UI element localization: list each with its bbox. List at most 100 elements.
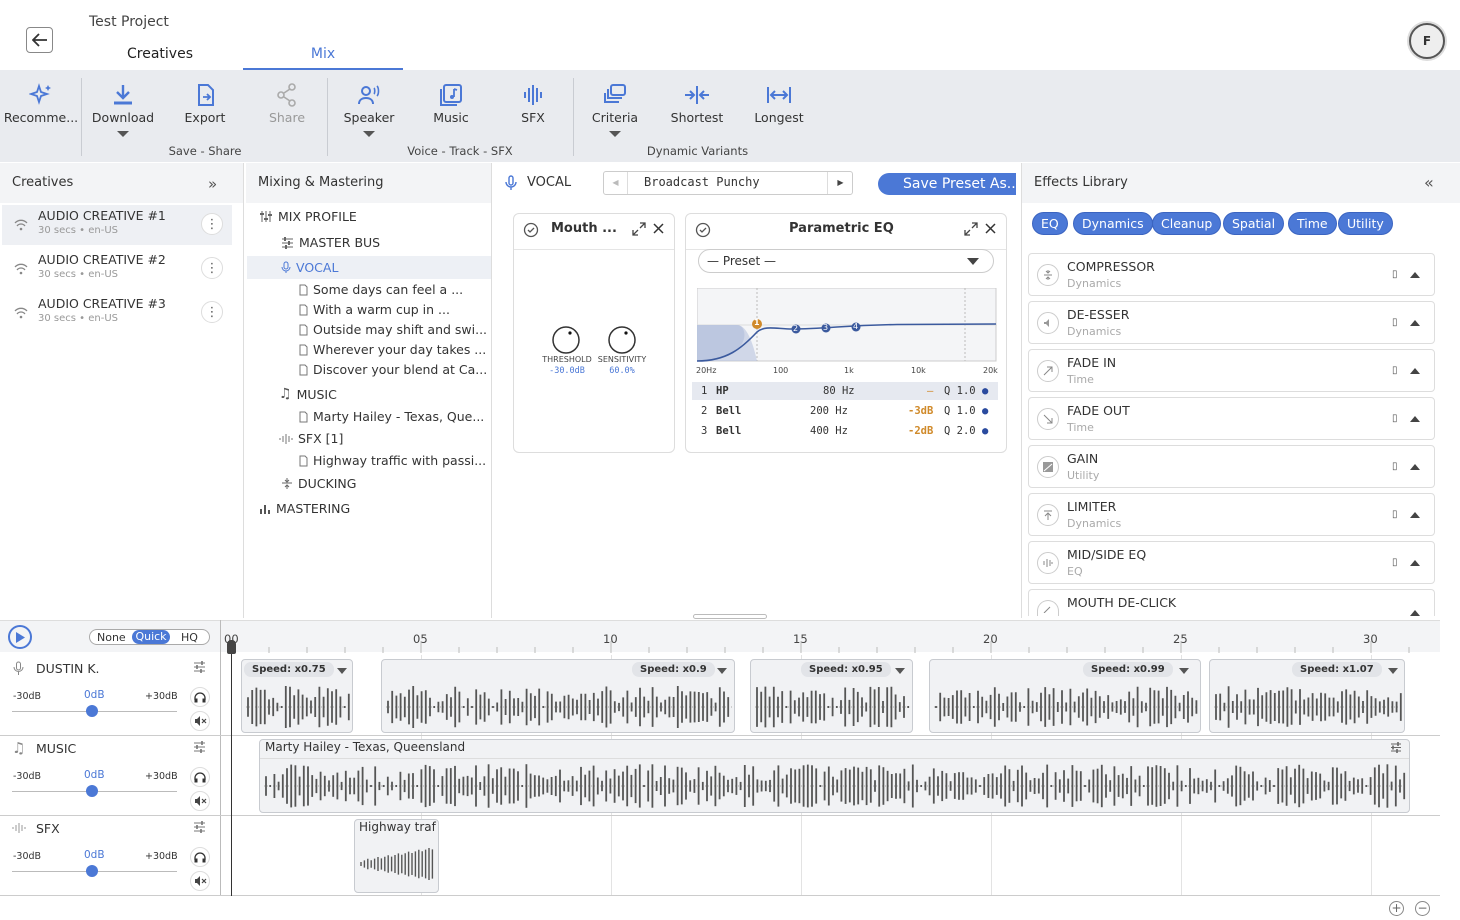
sfx-clip[interactable]: Highway traf bbox=[354, 819, 439, 893]
chevron-down-icon[interactable] bbox=[1179, 668, 1189, 674]
threshold-knob[interactable] bbox=[551, 325, 581, 355]
volume-slider-thumb[interactable] bbox=[86, 705, 98, 717]
tree-music[interactable]: ♫ MUSIC bbox=[279, 386, 337, 402]
mute-button[interactable] bbox=[190, 871, 210, 891]
more-options-icon[interactable]: ⋮ bbox=[201, 257, 223, 279]
vocal-clip[interactable]: Speed: x0.95 bbox=[750, 659, 913, 733]
chevron-up-icon[interactable] bbox=[1410, 464, 1420, 470]
expand-icon[interactable] bbox=[632, 222, 646, 236]
quality-toggle[interactable]: None Quick HQ bbox=[89, 629, 210, 645]
effect-item[interactable]: MOUTH DE-CLICK bbox=[1028, 589, 1435, 616]
filter-chip-time[interactable]: Time bbox=[1288, 212, 1337, 235]
mute-button[interactable] bbox=[190, 711, 210, 731]
quality-option-quick[interactable]: Quick bbox=[132, 630, 170, 644]
tree-sfx-item[interactable]: Highway traffic with passi... bbox=[299, 453, 486, 468]
longest-button[interactable]: Longest bbox=[740, 82, 818, 125]
tree-vocal-item[interactable]: Wherever your day takes ... bbox=[299, 342, 486, 357]
solo-button[interactable] bbox=[190, 687, 210, 707]
prev-preset-icon[interactable]: ◀ bbox=[604, 172, 628, 194]
quality-option-hq[interactable]: HQ bbox=[181, 631, 198, 644]
play-button[interactable] bbox=[8, 625, 32, 649]
eq-preset-select[interactable]: — Preset — bbox=[698, 249, 994, 273]
playhead[interactable] bbox=[231, 648, 232, 896]
more-options-icon[interactable]: ⋮ bbox=[201, 301, 223, 323]
info-icon[interactable]: ▯ bbox=[1392, 413, 1398, 424]
tree-ducking[interactable]: DUCKING bbox=[281, 476, 356, 491]
volume-slider-thumb[interactable] bbox=[86, 865, 98, 877]
collapse-icon[interactable]: » bbox=[208, 175, 217, 193]
info-icon[interactable]: ▯ bbox=[1392, 317, 1398, 328]
save-preset-button[interactable]: Save Preset As.. bbox=[878, 173, 1016, 195]
effect-item[interactable]: GAIN Utility ▯ bbox=[1028, 445, 1435, 488]
close-icon[interactable] bbox=[653, 223, 664, 234]
sfx-button[interactable]: SFX bbox=[494, 82, 572, 125]
tree-vocal-item[interactable]: With a warm cup in ... bbox=[299, 302, 450, 317]
tree-vocal[interactable]: VOCAL bbox=[281, 260, 338, 275]
tab-creatives[interactable]: Creatives bbox=[100, 44, 220, 70]
tree-music-item[interactable]: Marty Hailey - Texas, Que... bbox=[299, 409, 484, 424]
chevron-up-icon[interactable] bbox=[1410, 368, 1420, 374]
speaker-button[interactable]: Speaker bbox=[330, 82, 408, 137]
vocal-clip[interactable]: Speed: x1.07 bbox=[1209, 659, 1405, 733]
volume-slider-thumb[interactable] bbox=[86, 785, 98, 797]
info-icon[interactable]: ▯ bbox=[1392, 557, 1398, 568]
chevron-up-icon[interactable] bbox=[1410, 610, 1420, 616]
preset-selector[interactable]: ◀ Broadcast Punchy ▶ bbox=[603, 171, 853, 195]
share-button[interactable]: Share bbox=[248, 82, 326, 125]
tree-vocal-item[interactable]: Discover your blend at Ca... bbox=[299, 362, 487, 377]
export-button[interactable]: Export bbox=[166, 82, 244, 125]
check-circle-icon[interactable] bbox=[523, 222, 539, 238]
info-icon[interactable]: ▯ bbox=[1392, 269, 1398, 280]
music-button[interactable]: Music bbox=[412, 82, 490, 125]
chevron-up-icon[interactable] bbox=[1410, 560, 1420, 566]
solo-button[interactable] bbox=[190, 847, 210, 867]
check-circle-icon[interactable] bbox=[695, 222, 711, 238]
creative-item[interactable]: AUDIO CREATIVE #3 30 secs • en-US ⋮ bbox=[2, 293, 232, 333]
chevron-down-icon[interactable] bbox=[1388, 668, 1398, 674]
tree-mix-profile[interactable]: MIX PROFILE bbox=[259, 209, 357, 224]
chevron-down-icon[interactable] bbox=[337, 668, 347, 674]
vocal-clip[interactable]: Speed: x0.75 bbox=[241, 659, 353, 733]
creative-item[interactable]: AUDIO CREATIVE #2 30 secs • en-US ⋮ bbox=[2, 249, 232, 289]
music-clip[interactable]: Marty Hailey - Texas, Queensland bbox=[259, 739, 1410, 813]
vocal-clip[interactable]: Speed: x0.9 bbox=[381, 659, 735, 733]
quality-option-none[interactable]: None bbox=[97, 631, 126, 644]
expand-icon[interactable] bbox=[964, 222, 978, 236]
criteria-button[interactable]: Criteria bbox=[576, 82, 654, 137]
close-icon[interactable] bbox=[985, 223, 996, 234]
chevron-up-icon[interactable] bbox=[1410, 272, 1420, 278]
filter-chip-spatial[interactable]: Spatial bbox=[1223, 212, 1285, 235]
info-icon[interactable]: ▯ bbox=[1392, 509, 1398, 520]
chevron-down-icon[interactable] bbox=[895, 668, 905, 674]
zoom-out-icon[interactable]: − bbox=[1415, 901, 1430, 916]
chevron-up-icon[interactable] bbox=[1410, 512, 1420, 518]
avatar[interactable]: F bbox=[1409, 23, 1445, 59]
zoom-in-icon[interactable]: + bbox=[1389, 901, 1404, 916]
filter-chip-dynamics[interactable]: Dynamics bbox=[1073, 212, 1153, 235]
eq-band-row[interactable]: 2 Bell 200 Hz -3dB Q 1.0 ● bbox=[692, 402, 998, 420]
effect-item[interactable]: LIMITER Dynamics ▯ bbox=[1028, 493, 1435, 536]
back-button[interactable] bbox=[26, 27, 53, 53]
tree-master-bus[interactable]: MASTER BUS bbox=[281, 235, 380, 250]
effect-item[interactable]: DE-ESSER Dynamics ▯ bbox=[1028, 301, 1435, 344]
effect-item[interactable]: FADE OUT Time ▯ bbox=[1028, 397, 1435, 440]
tree-vocal-item[interactable]: Outside may shift and swi... bbox=[299, 322, 487, 337]
filter-chip-eq[interactable]: EQ bbox=[1032, 212, 1068, 235]
track-settings-icon[interactable] bbox=[193, 821, 206, 833]
recommend-button[interactable]: Recomme... bbox=[2, 82, 80, 125]
info-icon[interactable]: ▯ bbox=[1392, 461, 1398, 472]
clip-settings-icon[interactable] bbox=[1390, 742, 1402, 753]
playhead-handle[interactable] bbox=[227, 640, 236, 654]
eq-band-row[interactable]: 1 HP 80 Hz – Q 1.0 ● bbox=[692, 382, 998, 400]
effect-item[interactable]: COMPRESSOR Dynamics ▯ bbox=[1028, 253, 1435, 296]
chevron-up-icon[interactable] bbox=[1410, 416, 1420, 422]
info-icon[interactable]: ▯ bbox=[1392, 365, 1398, 376]
tree-mastering[interactable]: MASTERING bbox=[259, 501, 350, 516]
next-preset-icon[interactable]: ▶ bbox=[827, 172, 853, 194]
tab-mix[interactable]: Mix bbox=[243, 44, 403, 70]
vocal-clip[interactable]: Speed: x0.99 bbox=[929, 659, 1201, 733]
eq-graph[interactable] bbox=[697, 288, 997, 362]
track-settings-icon[interactable] bbox=[193, 661, 206, 673]
more-options-icon[interactable]: ⋮ bbox=[201, 213, 223, 235]
eq-band-row[interactable]: 3 Bell 400 Hz -2dB Q 2.0 ● bbox=[692, 422, 998, 440]
